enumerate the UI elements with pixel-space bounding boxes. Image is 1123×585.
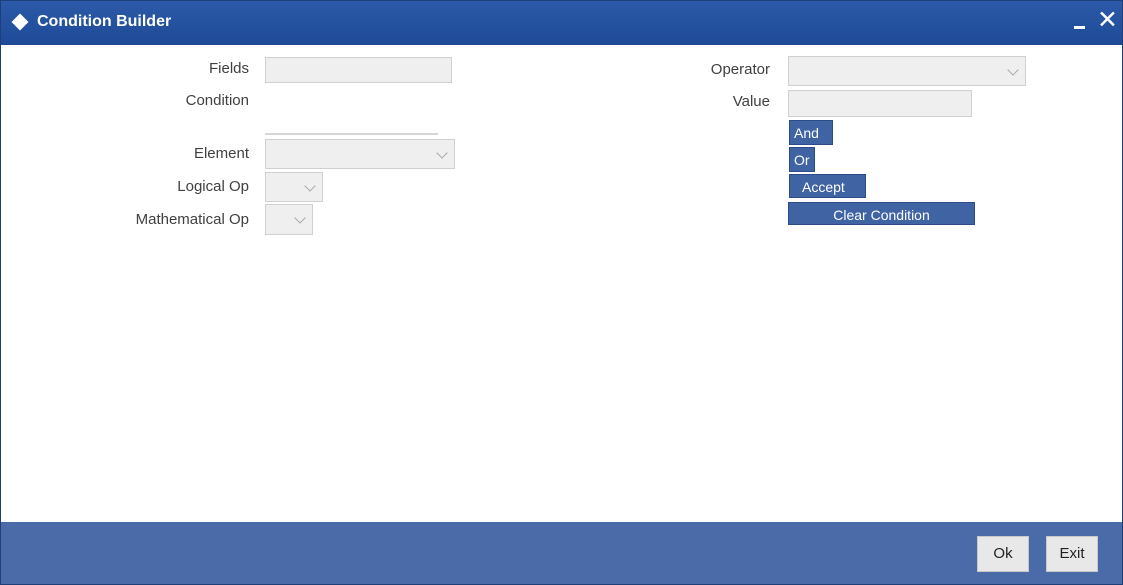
mathematical-op-select[interactable] (265, 204, 313, 235)
and-button[interactable]: And (789, 120, 833, 145)
fields-input[interactable] (265, 57, 452, 83)
minimize-button[interactable] (1070, 9, 1092, 33)
close-icon: ✕ (1097, 6, 1118, 34)
logical-op-select[interactable] (265, 172, 323, 202)
operator-select[interactable] (788, 56, 1026, 86)
close-button[interactable]: ✕ (1097, 6, 1119, 34)
fields-label: Fields (208, 60, 249, 77)
condition-label: Condition (185, 92, 249, 109)
condition-field-divider (265, 133, 438, 135)
element-label: Element (193, 145, 249, 162)
logical-op-label: Logical Op (177, 178, 249, 195)
chevron-down-icon (294, 212, 306, 224)
chevron-down-icon (1007, 64, 1019, 76)
mathematical-op-label: Mathematical Op (135, 211, 249, 228)
clear-condition-button[interactable]: Clear Condition (788, 202, 975, 225)
exit-button[interactable]: Exit (1046, 536, 1098, 572)
title-bar: Condition Builder ✕ (1, 1, 1122, 45)
accept-button[interactable]: Accept (789, 174, 866, 198)
diamond-icon (11, 13, 29, 31)
ok-button[interactable]: Ok (977, 536, 1029, 572)
condition-builder-window: Condition Builder ✕ Fields Condition Ele… (0, 0, 1123, 585)
chevron-down-icon (304, 180, 316, 192)
window-title: Condition Builder (37, 13, 172, 30)
operator-label: Operator (710, 61, 770, 78)
value-label: Value (732, 93, 770, 110)
or-button[interactable]: Or (789, 147, 815, 172)
chevron-down-icon (436, 147, 448, 159)
element-select[interactable] (265, 139, 455, 169)
footer-bar: Ok Exit (1, 522, 1122, 584)
value-input[interactable] (788, 90, 972, 117)
minimize-icon (1074, 26, 1085, 29)
